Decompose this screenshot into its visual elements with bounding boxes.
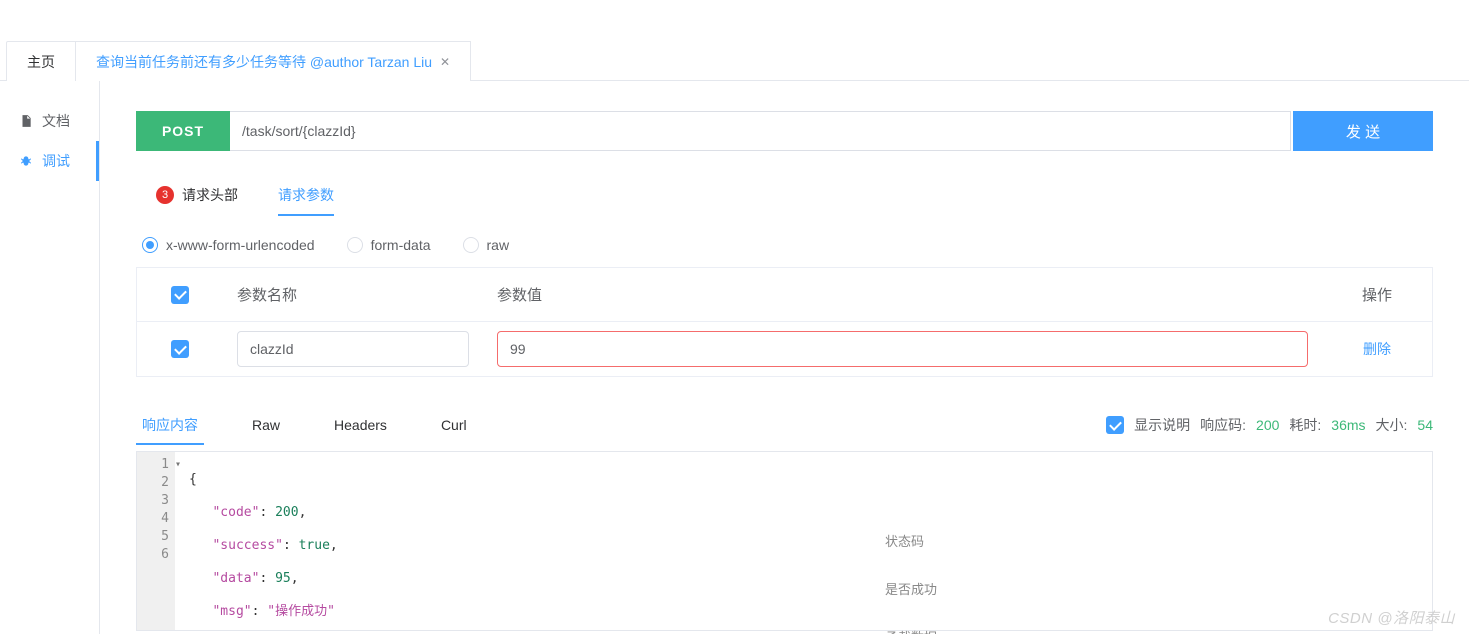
sidebar-item-label: 调试 <box>42 151 70 171</box>
tab-active[interactable]: 查询当前任务前还有多少任务等待 @author Tarzan Liu ✕ <box>75 41 471 81</box>
radio-icon <box>142 237 158 253</box>
body-type-radios: x-www-form-urlencoded form-data raw <box>136 237 1433 253</box>
radio-raw[interactable]: raw <box>463 237 510 253</box>
checkbox-row[interactable] <box>171 340 189 358</box>
tab-response-headers[interactable]: Headers <box>328 405 393 445</box>
param-name-input[interactable] <box>237 331 469 367</box>
close-icon[interactable]: ✕ <box>440 55 450 69</box>
radio-icon <box>463 237 479 253</box>
param-value-input[interactable] <box>497 331 1308 367</box>
tab-request-headers[interactable]: 3 请求头部 <box>136 175 258 215</box>
radio-label: x-www-form-urlencoded <box>166 237 315 253</box>
table-header-row: 参数名称 参数值 操作 <box>137 268 1432 322</box>
document-icon <box>18 114 34 128</box>
response-editor[interactable]: 123456 { "code": 200, "success": true, "… <box>136 451 1433 631</box>
tab-response-raw[interactable]: Raw <box>246 405 286 445</box>
http-method[interactable]: POST <box>136 111 230 151</box>
radio-form-data[interactable]: form-data <box>347 237 431 253</box>
response-bar: 响应内容 Raw Headers Curl 显示说明 响应码: 200 耗时: … <box>136 405 1433 445</box>
tab-home[interactable]: 主页 <box>6 41 76 81</box>
table-row: 删除 <box>137 322 1432 376</box>
resp-size-label: 大小: <box>1376 415 1408 435</box>
tab-response-body[interactable]: 响应内容 <box>136 405 204 445</box>
sidebar-item-docs[interactable]: 文档 <box>0 101 99 141</box>
resp-size-value: 54 <box>1417 417 1433 433</box>
tab-label: 请求参数 <box>278 185 334 205</box>
col-header-name: 参数名称 <box>223 268 483 321</box>
sidebar-item-label: 文档 <box>42 111 70 131</box>
radio-label: form-data <box>371 237 431 253</box>
col-header-op: 操作 <box>1322 268 1432 321</box>
resp-code-label: 响应码: <box>1200 415 1246 435</box>
response-tabs: 响应内容 Raw Headers Curl <box>136 405 473 445</box>
response-meta: 显示说明 响应码: 200 耗时: 36ms 大小: 54 <box>1106 415 1433 435</box>
resp-time-value: 36ms <box>1331 417 1365 433</box>
field-descriptions: 状态码 是否成功 承载数据 返回消息 <box>885 456 963 634</box>
tab-label: 请求头部 <box>182 185 238 205</box>
headers-count-badge: 3 <box>156 186 174 204</box>
show-desc-label: 显示说明 <box>1134 415 1190 435</box>
tab-active-label: 查询当前任务前还有多少任务等待 @author Tarzan Liu <box>96 52 432 72</box>
resp-code-value: 200 <box>1256 417 1279 433</box>
checkbox-show-desc[interactable] <box>1106 416 1124 434</box>
params-table: 参数名称 参数值 操作 删除 <box>136 267 1433 377</box>
editor-gutter: 123456 <box>137 452 175 630</box>
delete-row-button[interactable]: 删除 <box>1363 339 1391 359</box>
main-content: POST /task/sort/{clazzId} 发 送 3 请求头部 请求参… <box>100 81 1469 634</box>
tab-response-curl[interactable]: Curl <box>435 405 473 445</box>
sidebar: 文档 调试 <box>0 81 100 634</box>
radio-icon <box>347 237 363 253</box>
col-header-value: 参数值 <box>483 268 1322 321</box>
top-app-bar <box>0 0 1469 15</box>
editor-code: { "code": 200, "success": true, "data": … <box>175 452 1432 630</box>
page-tabs: 主页 查询当前任务前还有多少任务等待 @author Tarzan Liu ✕ <box>0 41 1469 81</box>
url-input[interactable]: /task/sort/{clazzId} <box>230 111 1291 151</box>
sidebar-item-debug[interactable]: 调试 <box>0 141 99 181</box>
request-subtabs: 3 请求头部 请求参数 <box>136 175 1433 215</box>
radio-form-urlencoded[interactable]: x-www-form-urlencoded <box>142 237 315 253</box>
send-button[interactable]: 发 送 <box>1293 111 1433 151</box>
request-bar: POST /task/sort/{clazzId} 发 送 <box>136 111 1433 151</box>
tab-request-params[interactable]: 请求参数 <box>258 175 354 215</box>
checkbox-all[interactable] <box>171 286 189 304</box>
radio-label: raw <box>487 237 510 253</box>
bug-icon <box>18 154 34 168</box>
resp-time-label: 耗时: <box>1289 415 1321 435</box>
